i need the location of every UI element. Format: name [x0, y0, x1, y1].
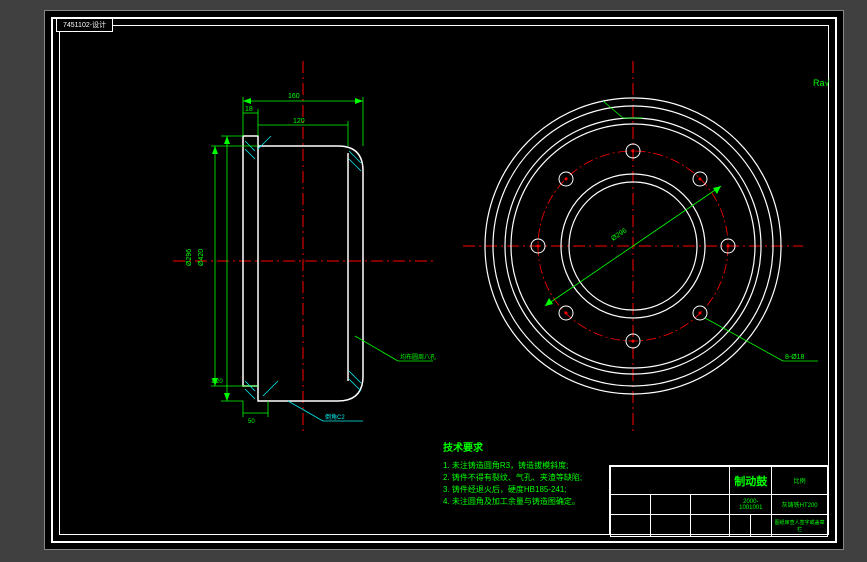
surface-finish-mark: Ra√ — [813, 78, 830, 88]
dim-label-left: 1:20 — [211, 379, 223, 385]
tech-note-1: 1. 未注铸造圆角R3，铸造拔模斜度; — [443, 460, 582, 472]
dim-length-total: 160 — [288, 93, 300, 100]
title-block: 制动鼓 比例 2000-1001001 灰铸铁HT200 图纸审查人签字或盖章栏 — [609, 465, 829, 535]
bolt-holes-label: 8-Ø18 — [785, 354, 805, 361]
drawing-sheet: Ø420 Ø296 160 18 120 50 1:20 均布圆周八孔 — [44, 10, 844, 550]
dim-bottom: 50 — [248, 419, 255, 425]
filename-tab[interactable]: 7451102-设计 — [56, 18, 113, 32]
callout-left: 均布圆周八孔 — [400, 353, 436, 361]
company-field: 图纸审查人签字或盖章栏 — [772, 515, 828, 537]
technical-requirements: 技术要求 1. 未注铸造圆角R3，铸造拔模斜度; 2. 铸件不得有裂纹、气孔、夹… — [443, 441, 582, 508]
dim-length-mid: 120 — [293, 118, 305, 125]
cad-viewport: Ø420 Ø296 160 18 120 50 1:20 均布圆周八孔 — [0, 0, 867, 562]
part-name: 制动鼓 — [730, 467, 772, 495]
drawing-number: 2000-1001001 — [730, 495, 772, 515]
dim-bolt-circle: Ø296 — [610, 227, 628, 242]
material: 灰铸铁HT200 — [772, 495, 828, 515]
tech-notes-title: 技术要求 — [443, 441, 582, 456]
tech-note-2: 2. 铸件不得有裂纹、气孔、夹渣等缺陷; — [443, 472, 582, 484]
dim-outer-dia: Ø420 — [198, 249, 205, 266]
dim-inner-dia: Ø296 — [186, 249, 193, 266]
scale-label: 比例 — [772, 467, 828, 495]
callout-bottom: 倒角C2 — [325, 413, 345, 421]
dim-flange: 18 — [245, 106, 253, 113]
tech-note-4: 4. 未注圆角及加工余量与铸造图确定。 — [443, 496, 582, 508]
tech-note-3: 3. 铸件经退火后，硬度HB185-241; — [443, 484, 582, 496]
